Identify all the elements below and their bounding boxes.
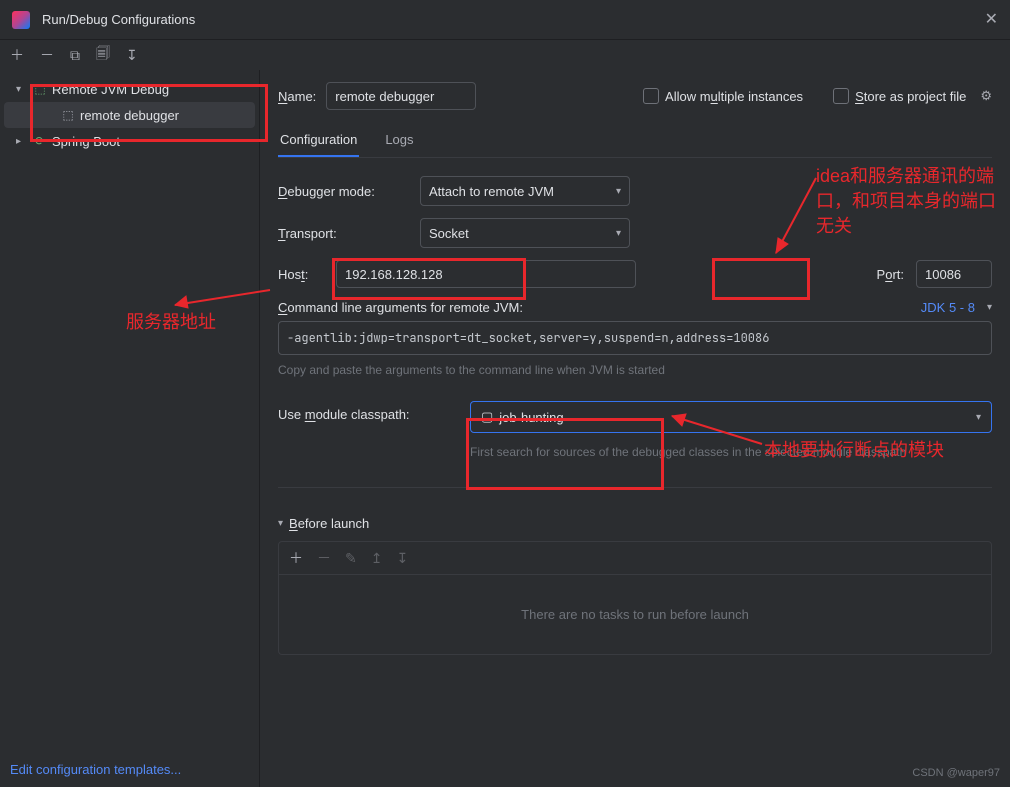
tab-configuration[interactable]: Configuration	[278, 124, 359, 157]
module-value: job-hunting	[499, 410, 563, 425]
before-launch-label: Before launch	[289, 516, 369, 531]
tabs: Configuration Logs	[278, 124, 992, 158]
transport-value: Socket	[429, 226, 469, 241]
title-bar: Run/Debug Configurations ✕	[0, 0, 1010, 40]
chevron-down-icon: ▾	[976, 412, 981, 423]
debugger-mode-select[interactable]: Attach to remote JVM ▾	[420, 176, 630, 206]
move-up-icon: ↥	[371, 548, 383, 568]
copy-config-icon[interactable]: ⧉	[70, 47, 80, 64]
tree-node-spring-boot[interactable]: ▸ ⟳ Spring Boot	[4, 128, 255, 154]
remote-debug-icon: ⬚	[60, 108, 76, 122]
allow-multiple-label: Allow multiple instances	[665, 89, 803, 104]
remote-debug-icon: ⬚	[32, 82, 48, 96]
port-label: Port:	[877, 267, 904, 282]
module-classpath-label: Use module classpath:	[278, 401, 458, 422]
divider	[278, 487, 992, 488]
checkbox-icon	[833, 88, 849, 104]
spring-boot-icon: ⟳	[32, 134, 48, 148]
chevron-right-icon: ▸	[16, 136, 28, 147]
store-project-label: Store as project file	[855, 89, 966, 104]
module-classpath-select[interactable]: ▢ job-hunting ▾	[470, 401, 992, 433]
before-launch-body: There are no tasks to run before launch	[278, 575, 992, 655]
debugger-mode-value: Attach to remote JVM	[429, 184, 554, 199]
store-project-checkbox[interactable]: Store as project file	[833, 88, 966, 104]
watermark: CSDN @waper97	[912, 767, 1000, 779]
sort-config-icon[interactable]: ↧	[126, 47, 138, 64]
debugger-mode-label: Debugger mode:	[278, 184, 408, 199]
host-input[interactable]	[336, 260, 636, 288]
jdk-version-select[interactable]: JDK 5 - 8 ▾	[921, 300, 992, 315]
before-launch-section[interactable]: ▾ Before launch	[278, 516, 992, 531]
cmd-args-field[interactable]: -agentlib:jdwp=transport=dt_socket,serve…	[278, 321, 992, 355]
tree-node-remote-jvm[interactable]: ▾ ⬚ Remote JVM Debug	[4, 76, 255, 102]
transport-select[interactable]: Socket ▾	[420, 218, 630, 248]
allow-multiple-checkbox[interactable]: Allow multiple instances	[643, 88, 803, 104]
tree-label: Remote JVM Debug	[52, 82, 169, 97]
add-task-icon[interactable]: ＋	[289, 548, 303, 568]
tree-toolbar: ＋ － ⧉ 🗐 ↧	[0, 40, 1010, 70]
edit-task-icon: ✎	[345, 548, 357, 568]
main-panel: Name: Allow multiple instances Store as …	[260, 70, 1010, 787]
host-label: Host:	[278, 267, 324, 282]
jdk-version-value: JDK 5 - 8	[921, 300, 975, 315]
config-tree: ▾ ⬚ Remote JVM Debug ⬚ remote debugger ▸…	[0, 70, 260, 787]
remove-config-icon[interactable]: －	[40, 45, 54, 65]
cmd-args-label: Command line arguments for remote JVM:	[278, 300, 523, 315]
tree-node-remote-debugger[interactable]: ⬚ remote debugger	[4, 102, 255, 128]
add-config-icon[interactable]: ＋	[10, 45, 24, 65]
name-label: Name:	[278, 89, 316, 104]
cmd-args-hint: Copy and paste the arguments to the comm…	[278, 363, 992, 377]
transport-label: Transport:	[278, 226, 408, 241]
chevron-down-icon: ▾	[278, 518, 283, 529]
remove-task-icon: －	[317, 548, 331, 568]
close-icon[interactable]: ✕	[985, 12, 998, 28]
save-config-icon[interactable]: 🗐	[96, 43, 110, 67]
port-input[interactable]	[916, 260, 992, 288]
chevron-down-icon: ▾	[16, 84, 28, 95]
checkbox-icon	[643, 88, 659, 104]
tree-label: remote debugger	[80, 108, 179, 123]
app-icon	[12, 11, 30, 29]
chevron-down-icon: ▾	[616, 186, 621, 197]
chevron-down-icon: ▾	[616, 228, 621, 239]
gear-icon[interactable]: ⚙	[980, 88, 992, 104]
tab-logs[interactable]: Logs	[383, 124, 415, 157]
tree-label: Spring Boot	[52, 134, 120, 149]
folder-icon: ▢	[481, 409, 493, 425]
chevron-down-icon: ▾	[987, 302, 992, 313]
move-down-icon: ↧	[396, 548, 408, 568]
name-input[interactable]	[326, 82, 476, 110]
edit-templates-link[interactable]: Edit configuration templates...	[10, 762, 181, 777]
window-title: Run/Debug Configurations	[42, 12, 985, 27]
before-launch-toolbar: ＋ － ✎ ↥ ↧	[278, 541, 992, 575]
module-hint: First search for sources of the debugged…	[470, 445, 992, 459]
